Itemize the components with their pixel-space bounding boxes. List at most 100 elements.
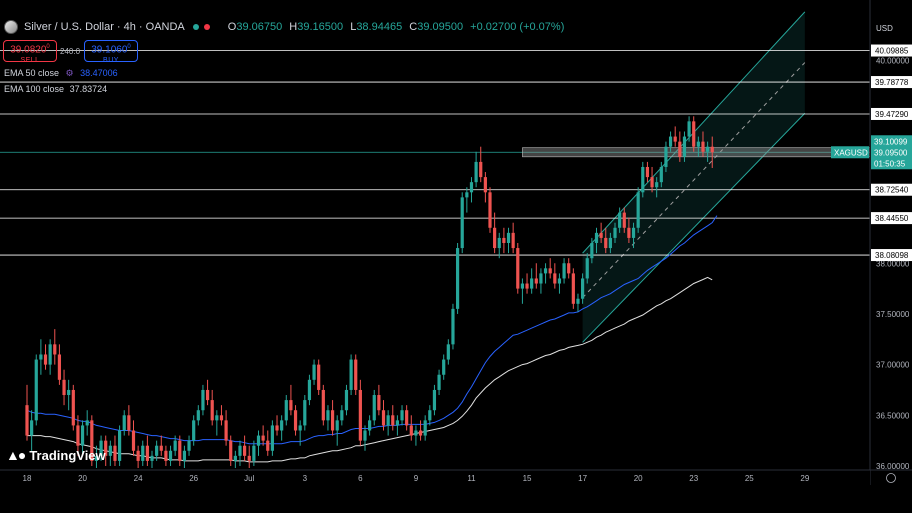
x-tick-label: 26 [189, 474, 198, 483]
candle-body [497, 237, 501, 249]
time-axis-bg [0, 470, 870, 513]
candle-body [710, 146, 714, 153]
x-tick-label: 24 [134, 474, 143, 483]
candle [377, 384, 381, 416]
candle-body [43, 354, 48, 365]
candle-body [525, 283, 529, 289]
candle [256, 430, 261, 456]
chart-header: Silver / U.S. Dollar · 4h · OANDA O39.06… [0, 0, 868, 110]
ohlc-values: O39.06750 H39.16500 L38.94465 C39.09500 … [228, 21, 569, 33]
candle [187, 435, 191, 456]
candle-body [266, 440, 270, 451]
x-tick-label: Jul [244, 474, 254, 483]
candle [131, 420, 136, 456]
candle-body [270, 425, 274, 451]
currency-selector[interactable]: USD [872, 24, 908, 38]
candle [349, 354, 353, 396]
candle [201, 384, 205, 416]
candle-body [594, 232, 599, 243]
level-price-label: 38.44550 [875, 214, 909, 223]
candle [423, 415, 427, 441]
sell-button[interactable]: 39.08200 SELL [3, 40, 57, 64]
candle-body [243, 445, 247, 456]
x-tick-label: 11 [467, 474, 476, 483]
candle-body [618, 212, 622, 228]
candle [534, 263, 538, 289]
candle-body [252, 445, 256, 461]
candle [460, 192, 464, 254]
buy-button[interactable]: 39.10600 BUY [84, 40, 138, 64]
candle-body [205, 389, 210, 401]
candle [432, 384, 437, 416]
candle-body [381, 410, 386, 426]
candle [506, 227, 511, 254]
candle-body [344, 389, 349, 411]
candle [363, 425, 367, 451]
candle-body [706, 146, 710, 152]
candle [358, 379, 362, 446]
candle [205, 379, 210, 406]
time-axis[interactable]: 18 20 24 26 Jul 3 6 9 11 15 17 20 23 25 29 [0, 469, 912, 513]
candle-body [631, 227, 636, 238]
candle [502, 227, 506, 254]
candle [344, 384, 349, 416]
logo-text: TradingView [29, 447, 106, 463]
candle-body [280, 420, 284, 431]
candle-body [613, 227, 617, 238]
settings-icon[interactable]: ⚙ [66, 68, 74, 78]
close-value: 39.09500 [417, 21, 464, 33]
candle-body [192, 420, 196, 441]
candle-body [34, 359, 38, 421]
candle-body [682, 136, 687, 157]
candle-body [349, 359, 353, 390]
candle-body [622, 212, 626, 228]
symbol-title[interactable]: Silver / U.S. Dollar · 4h · OANDA [24, 21, 185, 33]
candle [289, 384, 293, 416]
candle-body [363, 430, 367, 441]
candle [159, 435, 163, 456]
candle [340, 405, 344, 426]
candle-body [307, 379, 312, 401]
candle-body [571, 273, 575, 304]
candle [636, 187, 640, 233]
candle [113, 435, 117, 466]
candle [224, 410, 228, 446]
candle [354, 354, 358, 396]
candle [548, 258, 552, 279]
candle [25, 384, 29, 441]
ema100-legend[interactable]: EMA 100 close 37.83724 [4, 84, 107, 94]
candle [442, 354, 446, 380]
candle [53, 329, 57, 365]
candle [409, 415, 413, 441]
countdown-tag: 01:50:35 [874, 159, 906, 168]
candle-body [585, 258, 589, 279]
candle-body [354, 359, 358, 390]
x-tick-label: 20 [634, 474, 643, 483]
candle-body [85, 420, 89, 426]
candle-body [645, 166, 650, 178]
candle [437, 369, 441, 396]
candle [405, 405, 409, 431]
candle [48, 339, 52, 375]
candle-body [553, 273, 557, 284]
candle-body [30, 420, 34, 436]
candle-body [113, 445, 117, 461]
candle-body [386, 415, 390, 426]
candle [493, 212, 497, 254]
candle [293, 405, 298, 436]
candle [247, 445, 251, 468]
ema50-legend[interactable]: EMA 50 close ⚙ 38.47006 [4, 68, 118, 79]
candle-body [543, 268, 548, 274]
candle [118, 425, 122, 466]
candle [335, 415, 339, 446]
candle [330, 400, 335, 436]
candle [562, 258, 566, 284]
candle [312, 359, 316, 385]
candle-body [432, 389, 437, 411]
candle-body [696, 141, 700, 147]
candle-body [76, 425, 80, 446]
candle-body [372, 395, 376, 421]
candle [266, 430, 270, 456]
candle-body [196, 410, 200, 421]
candle [543, 263, 548, 284]
